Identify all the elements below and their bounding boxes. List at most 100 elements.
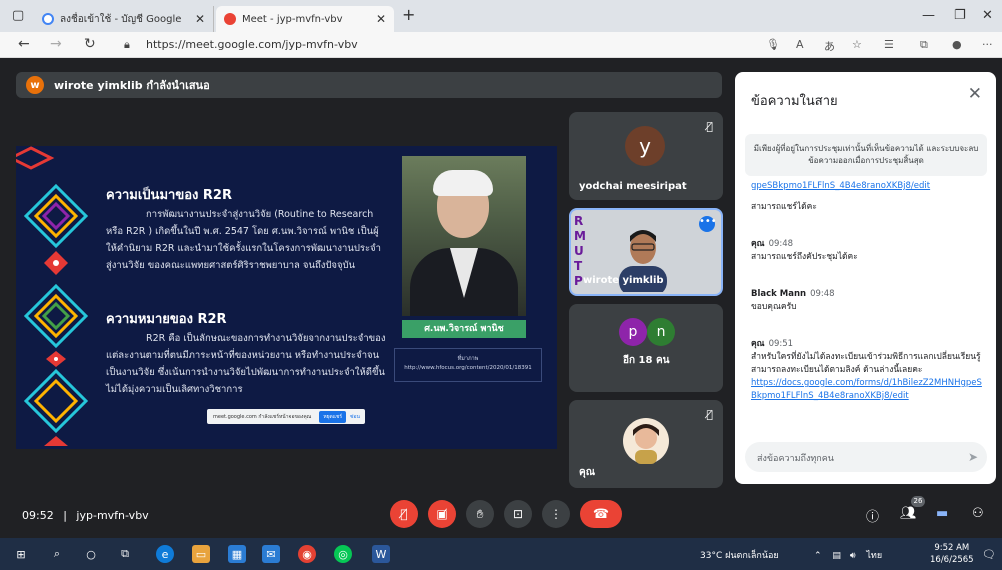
edge-icon[interactable]: e bbox=[156, 545, 174, 563]
separator: | bbox=[63, 509, 67, 522]
store-icon[interactable]: ▦ bbox=[228, 545, 246, 563]
mail-icon[interactable]: ✉ bbox=[262, 545, 280, 563]
end-call-button[interactable]: ☎︎ bbox=[580, 500, 622, 528]
mic-icon[interactable]: 🎙︎ bbox=[766, 38, 780, 51]
participant-name: wirote yimklib bbox=[583, 275, 664, 286]
meeting-info: 09:52 | jyp-mvfn-vbv bbox=[22, 509, 149, 522]
close-chat-icon[interactable]: ✕ bbox=[968, 84, 982, 104]
clock-time: 9:52 AM bbox=[934, 543, 970, 553]
meeting-time: 09:52 bbox=[22, 509, 54, 522]
url-field[interactable]: https://meet.google.com/jyp-mvfn-vbv bbox=[146, 38, 358, 51]
network-icon[interactable]: ▤ bbox=[832, 551, 841, 561]
photo-caption: ศ.นพ.วิจารณ์ พานิช bbox=[402, 320, 526, 338]
photo-reference: ที่มาภาพ http://www.hfocus.org/content/2… bbox=[394, 348, 542, 382]
refresh-icon[interactable]: ↻ bbox=[84, 36, 96, 52]
participant-avatar: n bbox=[647, 318, 675, 346]
tribal-pattern-icon bbox=[16, 146, 89, 446]
present-button[interactable]: ⊡ bbox=[504, 500, 532, 528]
task-view-icon[interactable]: ⧉ bbox=[116, 545, 134, 563]
share-bar-text: meet.google.com กำลังแชร์หน้าจอของคุณ bbox=[213, 413, 312, 420]
back-icon[interactable]: ← bbox=[18, 36, 30, 52]
tray-arrow-icon[interactable]: ⌃ bbox=[814, 551, 822, 561]
language-indicator[interactable]: ไทย bbox=[866, 551, 882, 561]
stop-sharing-button[interactable]: หยุดแชร์ bbox=[319, 410, 347, 423]
more-options-button[interactable]: ⋮ bbox=[542, 500, 570, 528]
minimize-icon[interactable]: — bbox=[922, 8, 935, 23]
chat-message: gpeSBkpmo1FLFlnS_4B4e8ranoXKBj8/edit สาม… bbox=[751, 180, 987, 214]
slide-paragraph-2: R2R คือ เป็นลักษณะของการทำงานวิจัยจากงาน… bbox=[106, 333, 386, 395]
notifications-icon[interactable]: 🗨︎ bbox=[980, 545, 998, 563]
windows-start-icon[interactable]: ⊞ bbox=[12, 545, 30, 563]
self-tile[interactable]: 🎙̸ คุณ bbox=[569, 400, 723, 488]
tab-meet[interactable]: Meet - jyp-mvfn-vbv ✕ bbox=[216, 6, 394, 32]
portrait-photo bbox=[402, 156, 526, 316]
meet-controls-bar: 09:52 | jyp-mvfn-vbv 🎙̸ ▣̸ ✋︎ ⊡ ⋮ ☎︎ ⓘ 👥… bbox=[0, 496, 1002, 536]
file-explorer-icon[interactable]: ▭ bbox=[192, 545, 210, 563]
restore-icon[interactable]: ❐ bbox=[954, 8, 966, 23]
system-tray: ⌃ ▤ 🔊︎ ไทย bbox=[814, 548, 882, 562]
chat-link[interactable]: https://docs.google.com/forms/d/1hBilezZ… bbox=[751, 377, 987, 403]
muted-mic-icon: 🎙̸ bbox=[706, 120, 713, 133]
more-options-icon[interactable]: ••• bbox=[699, 216, 717, 232]
meet-main: w wirote yimklib กำลังนำเสนอ ความเป็นมาข… bbox=[0, 58, 1002, 536]
collections-icon[interactable]: ⧉ bbox=[920, 38, 928, 52]
participant-tile[interactable]: 🎙̸ y yodchai meesiripat bbox=[569, 112, 723, 200]
tab-label: Meet - jyp-mvfn-vbv bbox=[242, 13, 343, 25]
tab-actions-icon[interactable]: ▢ bbox=[12, 8, 24, 23]
shared-slide: ความเป็นมาของ R2R การพัฒนางานประจำสู่งาน… bbox=[16, 146, 557, 449]
close-tab-icon[interactable]: ✕ bbox=[195, 12, 205, 26]
camera-off-button[interactable]: ▣̸ bbox=[428, 500, 456, 528]
forward-icon[interactable]: → bbox=[50, 36, 62, 52]
muted-mic-icon: 🎙̸ bbox=[706, 408, 713, 421]
close-window-icon[interactable]: ✕ bbox=[982, 8, 993, 23]
tab-google-signin[interactable]: ลงชื่อเข้าใช้ - บัญชี Google ✕ bbox=[34, 6, 214, 32]
chat-message: Black Mann 09:48 ขอบคุณครับ bbox=[751, 288, 987, 314]
address-bar: ← → ↻ 🔒︎ https://meet.google.com/jyp-mvf… bbox=[0, 32, 1002, 58]
close-tab-icon[interactable]: ✕ bbox=[376, 12, 386, 26]
activities-icon[interactable]: ⚇ bbox=[972, 506, 984, 521]
chat-time: 09:48 bbox=[768, 239, 794, 249]
google-favicon-icon bbox=[42, 13, 54, 25]
chat-panel: ข้อความในสาย ✕ มีเพียงผู้ที่อยู่ในการประ… bbox=[735, 72, 996, 484]
hide-share-bar-button[interactable]: ซ่อน bbox=[350, 413, 360, 421]
slide-heading-1: ความเป็นมาของ R2R bbox=[106, 188, 232, 203]
word-icon[interactable]: W bbox=[372, 545, 390, 563]
reference-label: ที่มาภาพ bbox=[457, 356, 479, 362]
people-icon[interactable]: 👥︎ bbox=[900, 506, 917, 521]
profile-icon[interactable]: ● bbox=[952, 38, 962, 51]
favorite-icon[interactable]: ☆ bbox=[852, 38, 862, 51]
chat-sender: คุณ bbox=[751, 339, 765, 349]
meet-favicon-icon bbox=[224, 13, 236, 25]
favorites-list-icon[interactable]: ☰ bbox=[884, 38, 894, 51]
participant-avatar: y bbox=[625, 126, 665, 166]
more-icon[interactable]: ··· bbox=[982, 38, 993, 51]
translate-icon[interactable]: あ bbox=[824, 38, 835, 54]
chat-input[interactable]: ส่งข้อความถึงทุกคน bbox=[745, 442, 987, 472]
new-tab-icon[interactable]: + bbox=[402, 5, 415, 24]
cortana-icon[interactable]: ○ bbox=[82, 545, 100, 563]
mic-off-button[interactable]: 🎙̸ bbox=[390, 500, 418, 528]
lock-icon[interactable]: 🔒︎ bbox=[124, 38, 130, 52]
chat-icon[interactable]: ▬ bbox=[936, 506, 948, 521]
participant-tile-others[interactable]: p n อีก 18 คน bbox=[569, 304, 723, 392]
chat-text: สามารถแชร์ได้คะ bbox=[751, 202, 817, 212]
search-icon[interactable]: ⌕ bbox=[48, 545, 66, 563]
chat-link[interactable]: gpeSBkpmo1FLFlnS_4B4e8ranoXKBj8/edit bbox=[751, 180, 987, 193]
send-icon[interactable]: ➤ bbox=[968, 450, 978, 464]
presenter-avatar: w bbox=[26, 76, 44, 94]
chrome-icon[interactable]: ◉ bbox=[298, 545, 316, 563]
weather-widget[interactable]: 33°C ฝนตกเล็กน้อย bbox=[700, 548, 779, 562]
windows-taskbar: ⊞ ⌕ ○ ⧉ e ▭ ▦ ✉ ◉ ◎ W 33°C ฝนตกเล็กน้อย … bbox=[0, 538, 1002, 570]
self-avatar bbox=[623, 418, 669, 464]
meeting-details-icon[interactable]: ⓘ bbox=[866, 506, 879, 525]
system-clock[interactable]: 9:52 AM 16/6/2565 bbox=[930, 542, 974, 566]
line-icon[interactable]: ◎ bbox=[334, 545, 352, 563]
chat-message: คุณ 09:48 สามารถแชร์ถึงคัประชุมได้คะ bbox=[751, 238, 987, 264]
presenter-banner: w wirote yimklib กำลังนำเสนอ bbox=[16, 72, 722, 98]
raise-hand-button[interactable]: ✋︎ bbox=[466, 500, 494, 528]
chat-message: คุณ 09:51 สำหรับใครที่ยังไม่ได้ลงทะเบียนเ… bbox=[751, 338, 987, 403]
volume-icon[interactable]: 🔊︎ bbox=[850, 551, 856, 561]
read-aloud-icon[interactable]: A bbox=[796, 38, 804, 51]
participant-tile-active[interactable]: RMUTP ••• wirote yimklib bbox=[569, 208, 723, 296]
meeting-code: jyp-mvfn-vbv bbox=[76, 509, 149, 522]
